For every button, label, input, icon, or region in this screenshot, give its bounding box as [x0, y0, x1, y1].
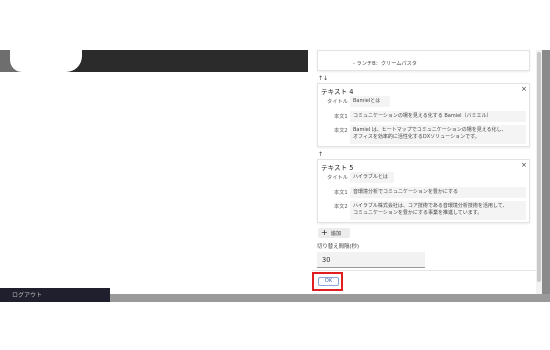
- overlay-backdrop-right: [542, 50, 550, 302]
- interval-input[interactable]: 30: [317, 252, 425, 268]
- body2-line: コミュニケーションを豊かにする事業を推進しています。: [353, 210, 483, 216]
- title-label: タイトル: [327, 175, 348, 181]
- close-icon[interactable]: ×: [521, 86, 527, 93]
- body2-line: Bamiel は、ヒートマップでコミュニケーションの場を見える化し、: [353, 127, 507, 133]
- body1-input[interactable]: 音環境分析でコミュニケーションを豊かにする: [350, 187, 526, 198]
- reorder-arrows[interactable]: ↑↓: [318, 75, 328, 82]
- reorder-arrows[interactable]: ↑: [318, 151, 323, 158]
- app-header-text: [88, 52, 228, 58]
- body1-input[interactable]: コミュニケーションの場を見える化する Bamiel（バミエル）: [350, 111, 526, 122]
- add-text-button[interactable]: + 追加: [318, 228, 350, 238]
- title-label: タイトル: [327, 99, 348, 105]
- plus-icon: +: [321, 228, 328, 237]
- title-input[interactable]: Bamielとは: [350, 96, 390, 107]
- text-card-3: [317, 50, 530, 71]
- body2-line: ハイラブル株式会社は、コア技術である音環境分析技術を活用して、: [353, 203, 508, 209]
- page-top-area: [0, 0, 550, 50]
- body2-line: オフィスを効率的に活性化するDXソリューションです。: [353, 134, 480, 140]
- card-title: テキスト 4: [321, 88, 354, 96]
- overlay-backdrop-bottom: [110, 294, 550, 302]
- title-input[interactable]: ハイラブルとは: [350, 172, 394, 183]
- add-label: 追加: [330, 230, 342, 237]
- list-item: - ランチB：クリームパスタ: [353, 61, 417, 67]
- dialog-scrollbar-thumb[interactable]: [537, 52, 541, 282]
- card-title: テキスト 5: [321, 164, 354, 172]
- app-logo: [10, 50, 82, 72]
- ok-button[interactable]: OK: [318, 277, 339, 286]
- body1-label: 本文1: [334, 114, 348, 120]
- footer-divider: [312, 270, 536, 271]
- body2-input[interactable]: Bamiel は、ヒートマップでコミュニケーションの場を見える化し、 オフィスを…: [350, 125, 526, 144]
- body2-input[interactable]: ハイラブル株式会社は、コア技術である音環境分析技術を活用して、 コミュニケーショ…: [350, 201, 526, 220]
- body1-label: 本文1: [334, 190, 348, 196]
- body2-label: 本文2: [334, 128, 348, 134]
- interval-label: 切り替え間隔(秒): [317, 244, 359, 250]
- logout-link: ログアウト: [12, 292, 43, 299]
- body2-label: 本文2: [334, 204, 348, 210]
- close-icon[interactable]: ×: [521, 162, 527, 169]
